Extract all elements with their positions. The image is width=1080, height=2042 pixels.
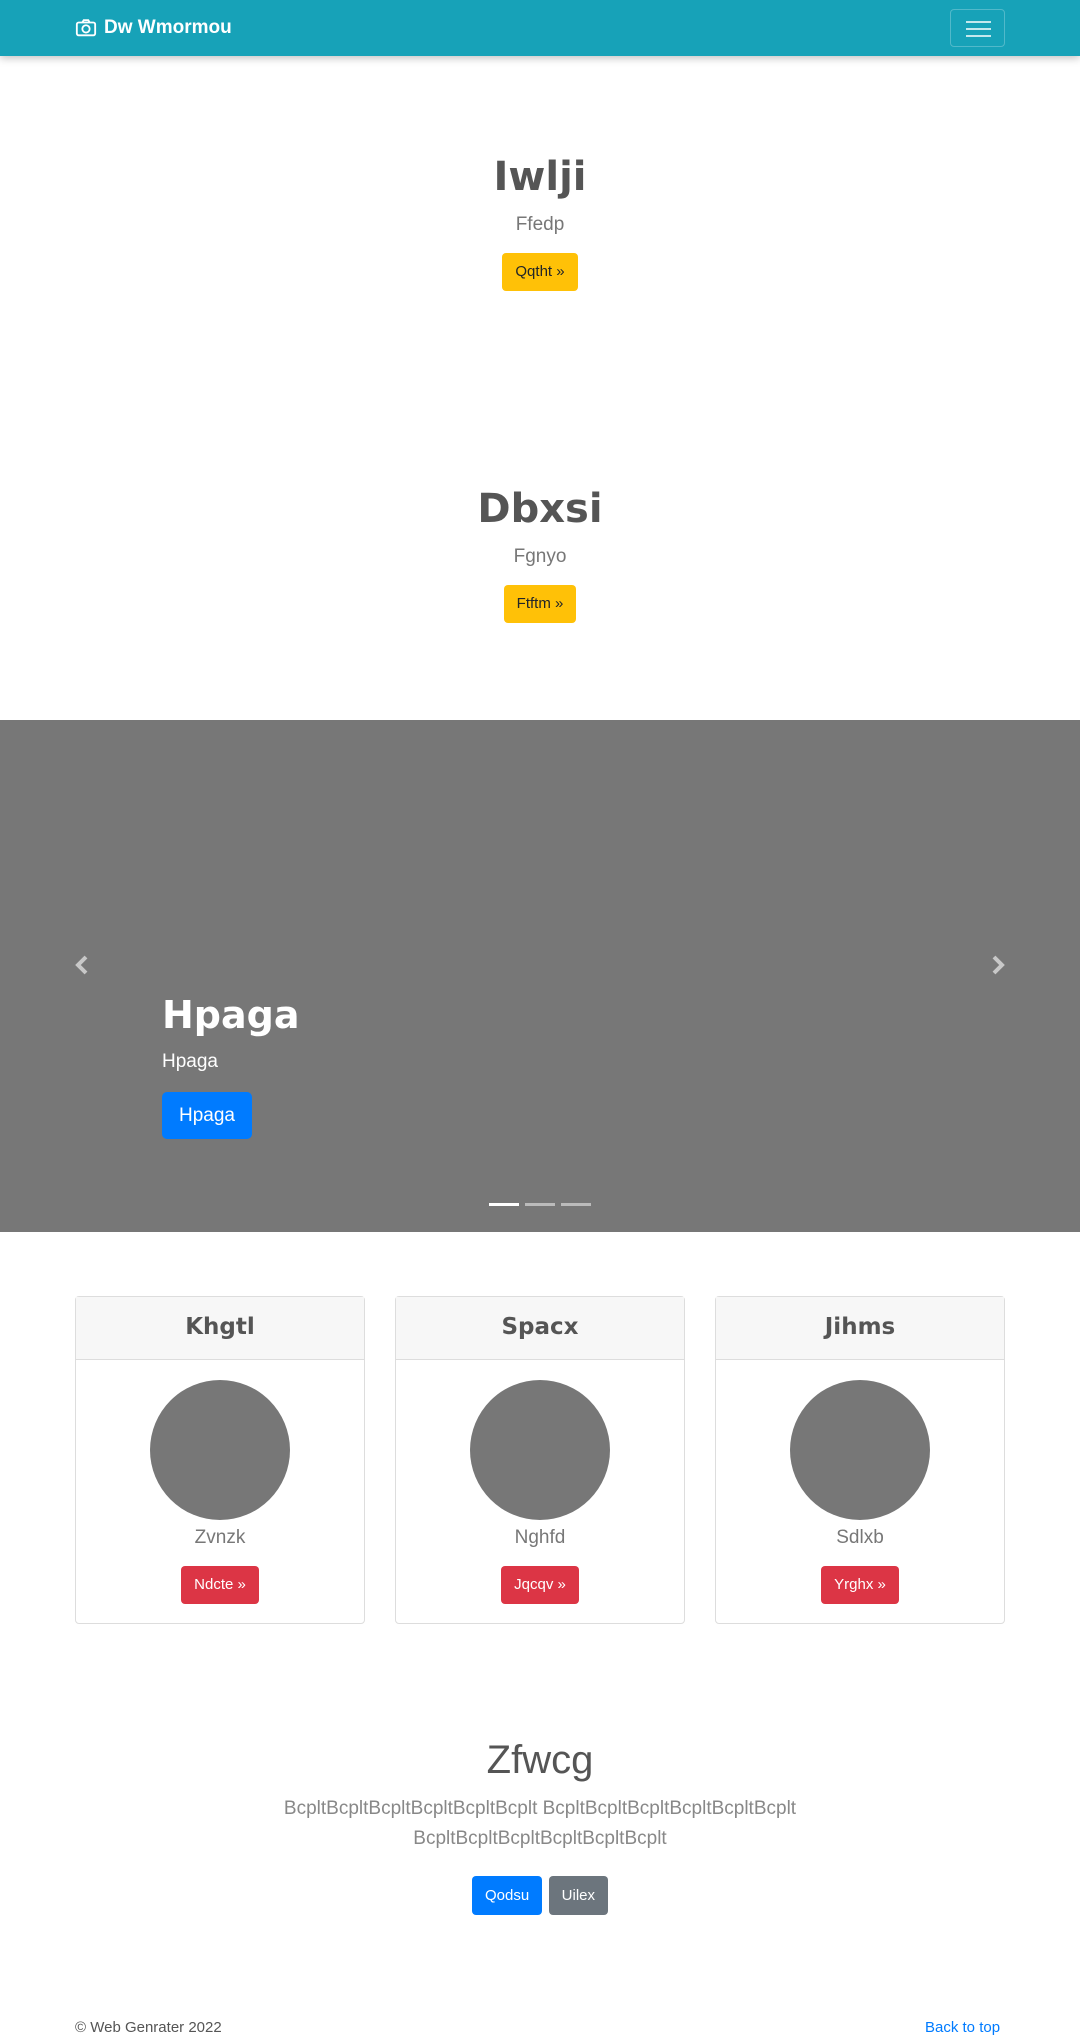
hero-title: Iwlji xyxy=(493,154,587,200)
section-title: Zfwcg xyxy=(486,1738,594,1782)
card: Jihms Sdlxb Yrghx » xyxy=(715,1296,1005,1624)
carousel-subtitle: Hpaga xyxy=(162,1051,218,1072)
carousel: Hpaga Hpaga Hpaga xyxy=(0,720,1080,1232)
carousel-indicator[interactable] xyxy=(489,1203,519,1206)
carousel-title: Hpaga xyxy=(162,993,300,1037)
hero-subtitle: Fgnyo xyxy=(513,546,567,567)
card-header: Khgtl xyxy=(76,1297,364,1360)
card-subtitle: Zvnzk xyxy=(194,1527,246,1548)
carousel-indicators xyxy=(489,1203,591,1206)
hero-section-1: Iwlji Ffedp Qqtht » xyxy=(0,153,1080,291)
chevron-left-icon[interactable] xyxy=(67,950,97,980)
hero-subtitle: Ffedp xyxy=(515,214,565,235)
camera-icon xyxy=(75,19,97,37)
carousel-indicator[interactable] xyxy=(525,1203,555,1206)
card-button[interactable]: Yrghx » xyxy=(821,1566,899,1604)
secondary-button[interactable]: Uilex xyxy=(548,1876,608,1915)
card-subtitle: Nghfd xyxy=(514,1527,566,1548)
navbar: Dw Wmormou xyxy=(0,0,1080,56)
card-button[interactable]: Jqcqv » xyxy=(501,1566,579,1604)
chevron-right-icon[interactable] xyxy=(983,950,1013,980)
card-subtitle: Sdlxb xyxy=(836,1527,884,1548)
carousel-button[interactable]: Hpaga xyxy=(162,1092,252,1139)
brand-name: Dw Wmormou xyxy=(104,17,232,38)
section-text: BcpltBcpltBcpltBcpltBcpltBcplt BcpltBcpl… xyxy=(283,1798,797,1849)
card: Spacx Nghfd Jqcqv » xyxy=(395,1296,685,1624)
carousel-indicator[interactable] xyxy=(561,1203,591,1206)
info-section: Zfwcg BcpltBcpltBcpltBcpltBcpltBcplt Bcp… xyxy=(0,1736,1080,1915)
primary-button[interactable]: Qodsu xyxy=(472,1876,543,1915)
brand-link[interactable]: Dw Wmormou xyxy=(75,15,232,41)
avatar xyxy=(470,1380,610,1520)
card-header: Jihms xyxy=(716,1297,1004,1360)
avatar xyxy=(790,1380,930,1520)
card-button[interactable]: Ndcte » xyxy=(181,1566,259,1604)
card-header: Spacx xyxy=(396,1297,684,1360)
footer-copyright: © Web Genrater 2022 xyxy=(75,2019,222,2036)
hero-section-2: Dbxsi Fgnyo Ftftm » xyxy=(0,485,1080,623)
hero-button[interactable]: Qqtht » xyxy=(502,253,578,291)
card: Khgtl Zvnzk Ndcte » xyxy=(75,1296,365,1624)
hero-title: Dbxsi xyxy=(477,486,603,532)
avatar xyxy=(150,1380,290,1520)
navbar-toggler[interactable] xyxy=(950,9,1005,47)
back-to-top-link[interactable]: Back to top xyxy=(925,2019,1000,2036)
carousel-caption: Hpaga Hpaga Hpaga xyxy=(162,992,300,1139)
hero-button[interactable]: Ftftm » xyxy=(503,585,577,623)
